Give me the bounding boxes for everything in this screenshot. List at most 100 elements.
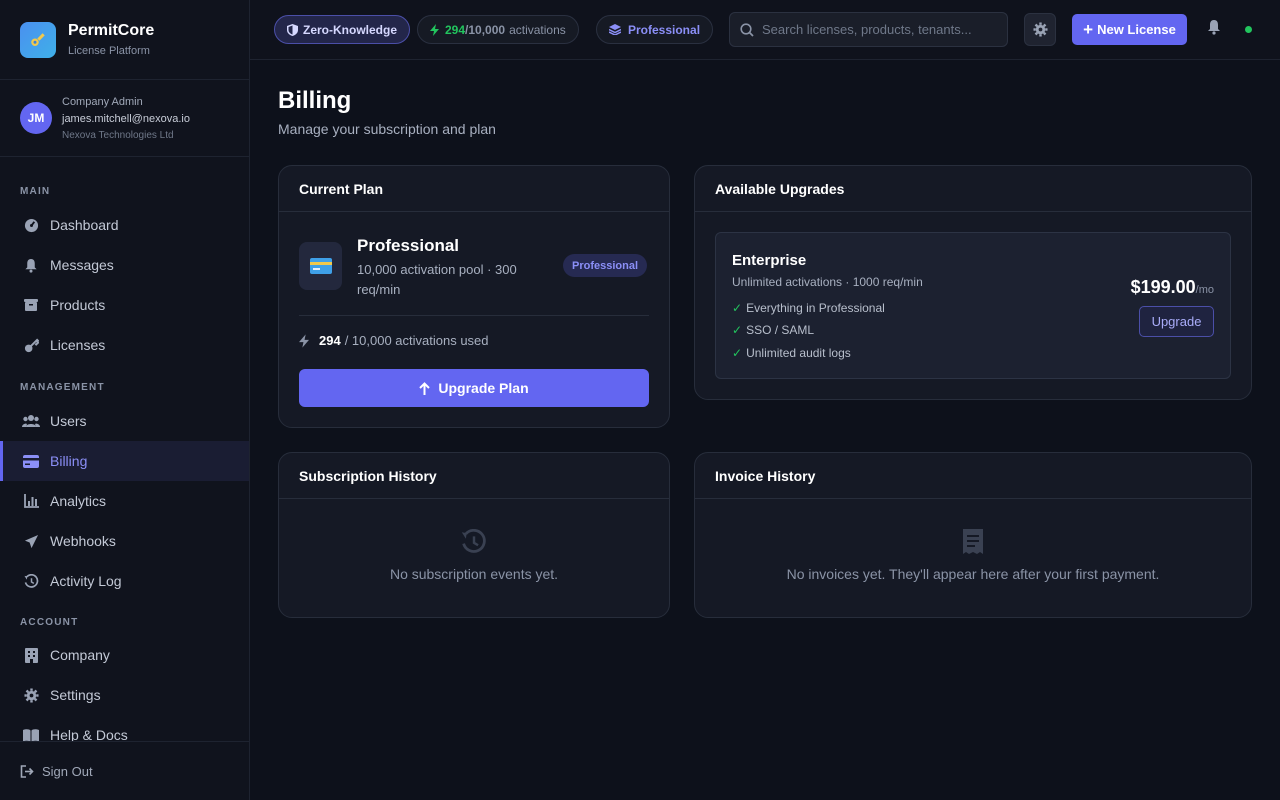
usage-rest: / 10,000 activations used <box>344 333 489 348</box>
sign-out-label: Sign Out <box>42 763 93 779</box>
feature-label: Everything in Professional <box>746 301 885 315</box>
receipt-icon <box>963 529 983 559</box>
nav-section-title: ACCOUNT <box>20 617 79 628</box>
feature-item: ✓ Unlimited audit logs <box>732 346 851 360</box>
online-status-dot <box>1245 26 1252 33</box>
empty-state-text: No subscription events yet. <box>389 566 559 582</box>
chart-icon <box>22 492 40 510</box>
empty-state-text: No invoices yet. They'll appear here aft… <box>786 566 1160 582</box>
plan-tier-badge: Professional <box>563 254 648 277</box>
sidebar-item-company[interactable]: Company <box>0 635 249 675</box>
gear-icon <box>1032 22 1048 37</box>
page-title: Billing <box>278 87 352 114</box>
sidebar-item-label: Dashboard <box>50 217 119 233</box>
price-amount: $199.00 <box>1130 277 1196 297</box>
sidebar-item-activity-log[interactable]: Activity Log <box>0 561 249 601</box>
sidebar-item-licenses[interactable]: Licenses <box>0 325 249 365</box>
user-email: james.mitchell@nexova.io <box>62 112 190 125</box>
search-input[interactable] <box>762 22 992 37</box>
check-icon: ✓ <box>732 301 743 315</box>
brand-subtitle: License Platform <box>68 45 150 57</box>
current-plan-card: Current Plan Professional 10,000 activat… <box>278 165 670 428</box>
search-bar[interactable] <box>729 12 1008 47</box>
nav-section-main: MAIN Dashboard Messages Products License… <box>0 186 249 365</box>
upgrade-plan-button[interactable]: Upgrade Plan <box>299 369 649 407</box>
key-logo-icon <box>20 21 56 58</box>
plan-badge[interactable]: Professional <box>596 15 714 44</box>
feature-item: ✓ Everything in Professional <box>732 301 885 315</box>
users-icon <box>22 412 40 430</box>
sidebar-item-label: Billing <box>50 453 88 469</box>
card-title: Subscription History <box>279 453 669 499</box>
brand[interactable]: PermitCore License Platform <box>0 0 249 80</box>
feature-label: Unlimited audit logs <box>746 346 851 360</box>
card-title: Current Plan <box>279 166 669 212</box>
sidebar-item-users[interactable]: Users <box>0 401 249 441</box>
upgrade-plan-description: Unlimited activations · 1000 req/min <box>732 275 923 289</box>
sign-out-icon <box>20 764 34 778</box>
send-icon <box>22 532 40 550</box>
sidebar-item-label: Products <box>50 297 106 313</box>
upgrade-price: $199.00/mo <box>1131 277 1214 298</box>
plan-description: 10,000 activation pool · 300 req/min <box>357 262 517 297</box>
brand-name: PermitCore <box>68 22 155 39</box>
zero-knowledge-label: Zero-Knowledge <box>303 22 398 37</box>
sidebar-item-dashboard[interactable]: Dashboard <box>0 205 249 245</box>
zero-knowledge-badge[interactable]: Zero-Knowledge <box>274 15 411 44</box>
bolt-icon <box>430 23 439 36</box>
sidebar-item-label: Activity Log <box>50 573 122 589</box>
feature-label: SSO / SAML <box>746 323 815 337</box>
plan-name: Professional <box>357 236 460 255</box>
activations-suffix: activations <box>509 22 566 37</box>
bolt-icon <box>299 333 309 348</box>
enterprise-plan-option: Enterprise Unlimited activations · 1000 … <box>715 232 1231 379</box>
history-icon <box>22 572 40 590</box>
nav-section-account: ACCOUNT Company Settings Help & Docs <box>0 617 249 755</box>
avatar: JM <box>20 102 52 134</box>
sidebar-item-webhooks[interactable]: Webhooks <box>0 521 249 561</box>
user-profile[interactable]: JM Company Admin james.mitchell@nexova.i… <box>0 80 249 157</box>
new-license-label: New License <box>1097 22 1176 37</box>
nav-section-management: MANAGEMENT Users Billing Analytics Webho… <box>0 382 249 601</box>
layers-icon <box>609 24 621 35</box>
activations-used: 294 <box>445 22 466 37</box>
box-icon <box>22 296 40 314</box>
activations-total: /10,000 <box>465 22 506 37</box>
card-title: Invoice History <box>695 453 1251 499</box>
sidebar-item-products[interactable]: Products <box>0 285 249 325</box>
shield-icon <box>287 23 298 36</box>
notifications-bell-icon[interactable] <box>1207 19 1221 40</box>
history-icon <box>461 528 487 560</box>
nav-section-title: MAIN <box>20 186 51 197</box>
credit-card-icon <box>299 242 342 290</box>
card-title: Available Upgrades <box>695 166 1251 212</box>
sidebar-item-billing[interactable]: Billing <box>0 441 249 481</box>
sidebar-item-settings[interactable]: Settings <box>0 675 249 715</box>
settings-button[interactable] <box>1024 13 1056 46</box>
credit-card-icon <box>22 452 40 470</box>
plan-label: Professional <box>628 22 701 37</box>
page-subtitle: Manage your subscription and plan <box>278 121 496 137</box>
sidebar-item-messages[interactable]: Messages <box>0 245 249 285</box>
gear-icon <box>22 686 40 704</box>
available-upgrades-card: Available Upgrades Enterprise Unlimited … <box>694 165 1252 400</box>
sidebar-item-label: Settings <box>50 687 101 703</box>
sign-out-button[interactable]: Sign Out <box>0 741 249 800</box>
sidebar-item-label: Messages <box>50 257 114 273</box>
new-license-button[interactable]: + New License <box>1072 14 1187 45</box>
arrow-up-icon <box>419 381 431 395</box>
sidebar-item-label: Users <box>50 413 87 429</box>
plus-icon: + <box>1083 20 1094 39</box>
divider <box>299 315 649 316</box>
upgrade-plan-label: Upgrade Plan <box>438 380 529 396</box>
check-icon: ✓ <box>732 346 743 360</box>
user-role: Company Admin <box>62 95 143 108</box>
topbar: Zero-Knowledge 294 /10,000 activations P… <box>250 0 1280 60</box>
bell-icon <box>22 256 40 274</box>
sidebar-item-label: Webhooks <box>50 533 116 549</box>
sidebar-item-analytics[interactable]: Analytics <box>0 481 249 521</box>
price-period: /mo <box>1195 284 1214 296</box>
sidebar-item-label: Analytics <box>50 493 107 509</box>
upgrade-button[interactable]: Upgrade <box>1139 306 1214 337</box>
activations-badge[interactable]: 294 /10,000 activations <box>417 15 579 44</box>
